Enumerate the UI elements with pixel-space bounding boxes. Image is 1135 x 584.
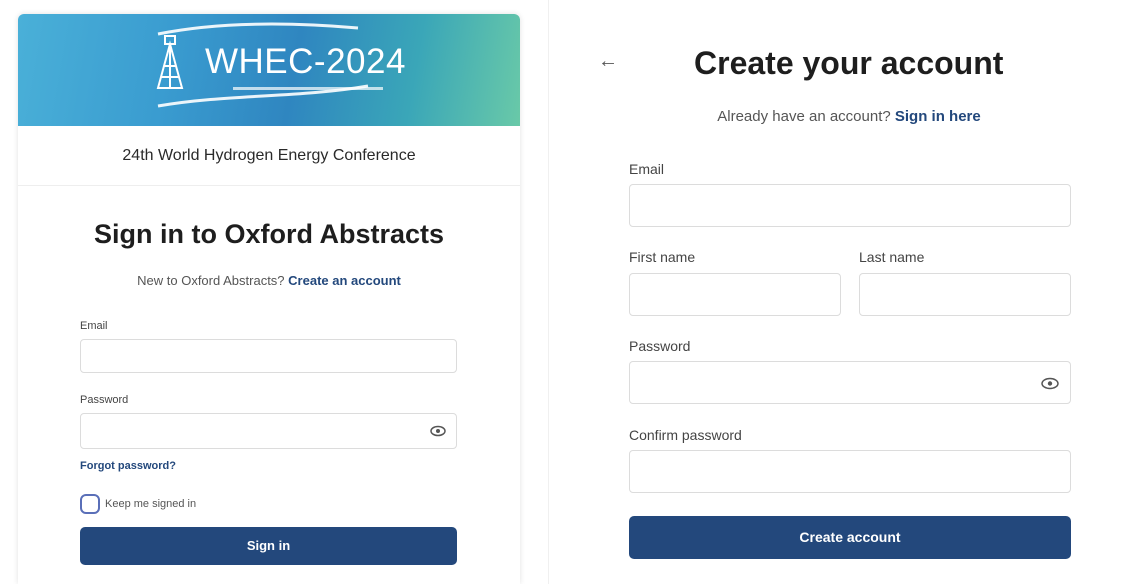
confirm-password-input[interactable] xyxy=(629,450,1071,493)
conference-banner: WHEC-2024 xyxy=(18,14,520,126)
create-email-input[interactable] xyxy=(629,184,1071,227)
signin-email-input[interactable] xyxy=(80,339,457,373)
create-password-input[interactable] xyxy=(629,361,1071,404)
first-name-label: First name xyxy=(629,249,696,265)
page: WHEC-2024 24th World Hydrogen Energy Con… xyxy=(0,0,1135,584)
keep-signed-in-label: Keep me signed in xyxy=(105,498,197,510)
banner-tagline xyxy=(233,87,383,90)
signin-new-prompt: New to Oxford Abstracts? Create an accou… xyxy=(18,273,520,288)
eye-icon[interactable] xyxy=(430,424,446,438)
forgot-password-link[interactable]: Forgot password? xyxy=(80,460,176,472)
signin-button[interactable]: Sign in xyxy=(80,527,457,565)
create-account-button[interactable]: Create account xyxy=(629,516,1071,559)
signin-new-text: New to Oxford Abstracts? xyxy=(137,273,289,288)
already-account-prompt: Already have an account? Sign in here xyxy=(694,108,1004,125)
first-name-input[interactable] xyxy=(629,273,841,316)
keep-signed-in-checkbox[interactable] xyxy=(80,494,100,514)
create-account-title: Create your account xyxy=(694,45,1004,81)
eye-icon[interactable] xyxy=(1041,376,1059,391)
conference-name: 24th World Hydrogen Energy Conference xyxy=(18,126,520,186)
last-name-input[interactable] xyxy=(859,273,1071,316)
signin-title: Sign in to Oxford Abstracts xyxy=(93,219,445,249)
last-name-label: Last name xyxy=(859,249,925,265)
already-account-text: Already have an account? xyxy=(717,108,895,125)
signin-panel: WHEC-2024 24th World Hydrogen Energy Con… xyxy=(18,14,520,584)
signin-password-label: Password xyxy=(80,394,129,406)
create-password-label: Password xyxy=(629,338,691,354)
conference-logo-icon xyxy=(156,35,184,89)
create-account-panel: ← Create your account Already have an ac… xyxy=(548,0,1135,584)
arrow-left-icon[interactable]: ← xyxy=(598,50,618,73)
signin-here-link[interactable]: Sign in here xyxy=(895,108,981,125)
create-email-label: Email xyxy=(629,161,665,177)
create-account-link[interactable]: Create an account xyxy=(288,273,401,288)
banner-title: WHEC-2024 xyxy=(205,42,406,81)
confirm-password-label: Confirm password xyxy=(629,427,742,443)
signin-password-input[interactable] xyxy=(80,413,457,449)
signin-email-label: Email xyxy=(80,320,108,332)
